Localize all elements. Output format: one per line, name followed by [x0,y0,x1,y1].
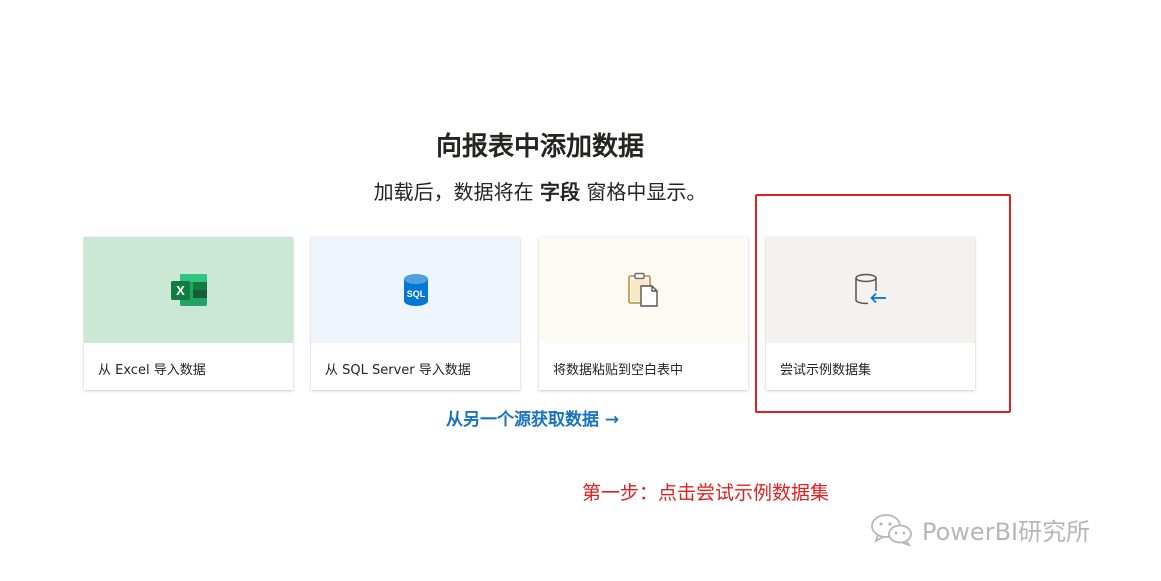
excel-import-card[interactable]: X 从 Excel 导入数据 [84,237,293,390]
page-title: 向报表中添加数据 [435,132,644,162]
card-label: 从 SQL Server 导入数据 [325,363,471,378]
wechat-icon [871,513,912,547]
get-data-from-another-source-link[interactable]: 从另一个源获取数据 → [446,405,619,430]
watermark-text: PowerBI研究所 [922,518,1091,546]
subtitle-prefix: 加载后，数据将在 [373,180,540,204]
page-subtitle: 加载后，数据将在 字段 窗格中显示。 [0,176,1080,205]
clipboard-paste-icon [627,272,658,307]
sample-dataset-icon [854,273,888,305]
excel-icon: X [170,274,207,306]
subtitle-suffix: 窗格中显示。 [580,180,707,204]
card-icon-area: SQL [311,237,520,343]
subtitle-bold: 字段 [540,180,580,204]
card-label: 尝试示例数据集 [780,363,872,378]
sql-icon-text: SQL [406,289,425,299]
sample-dataset-card[interactable]: 尝试示例数据集 [766,237,975,390]
card-icon-area: X [84,237,293,343]
card-icon-area [766,237,975,343]
card-label: 将数据粘贴到空白表中 [553,363,684,378]
sql-database-icon: SQL [403,274,428,306]
watermark: PowerBI研究所 [870,512,1090,547]
annotation-step-text: 第一步：点击尝试示例数据集 [582,482,830,504]
card-label: 从 Excel 导入数据 [98,363,206,378]
svg-text:X: X [176,283,185,298]
sql-server-import-card[interactable]: SQL 从 SQL Server 导入数据 [311,237,520,390]
paste-data-card[interactable]: 将数据粘贴到空白表中 [539,237,748,390]
card-icon-area [539,237,748,343]
